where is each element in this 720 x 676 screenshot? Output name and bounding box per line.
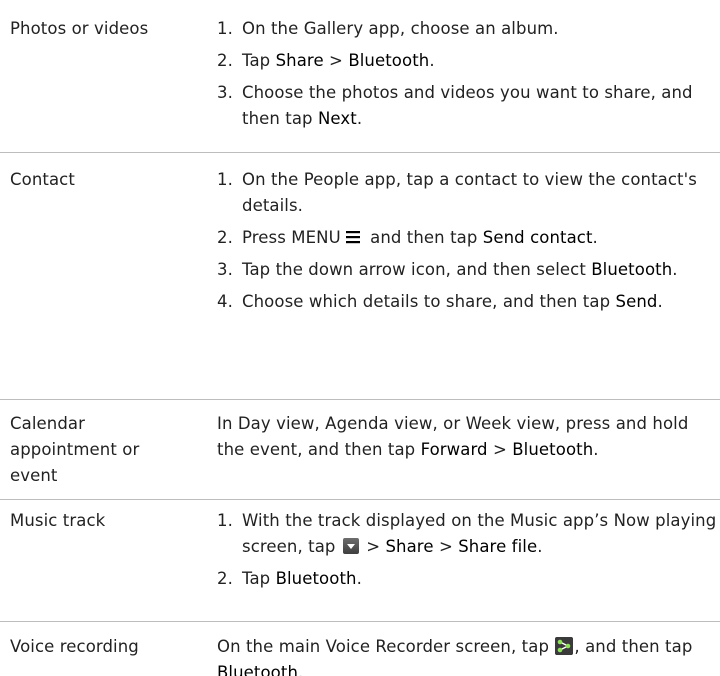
step: 2. Tap Share > Bluetooth. [217,48,717,74]
step-number: 4. [217,292,233,311]
step-text: > [323,51,349,70]
row-text: . [298,663,304,676]
row-label: Voice recording [10,637,139,656]
step: 3. Tap the down arrow icon, and then sel… [217,257,717,283]
step: 1. On the People app, tap a contact to v… [217,167,717,219]
step-text: > [433,537,459,556]
step-number: 1. [217,170,233,189]
ui-term: Bluetooth [275,569,357,588]
ui-term: Share file [458,537,538,556]
row-photos-or-videos: Photos or videos 1. On the Gallery app, … [0,0,720,153]
row-content: 1. On the Gallery app, choose an album. … [217,16,717,138]
row-text: On the main Voice Recorder screen, tap [217,637,555,656]
step: 2. Press MENU and then tap Send contact. [217,225,717,251]
step-number: 3. [217,83,233,102]
step-text: . [429,51,435,70]
row-contact: Contact 1. On the People app, tap a cont… [0,153,720,400]
ui-term: Next [317,109,357,128]
step-number: 1. [217,19,233,38]
step-number: 2. [217,569,233,588]
step-number: 1. [217,511,233,530]
step-number: 3. [217,260,233,279]
ui-term: Share [385,537,434,556]
share-via-bluetooth-table: Photos or videos 1. On the Gallery app, … [0,0,720,676]
step-text: > [360,537,386,556]
ui-term: Bluetooth [348,51,430,70]
row-label: Contact [10,170,75,189]
ui-term: Bluetooth [512,440,594,459]
row-text: . [593,440,599,459]
step-text: . [537,537,543,556]
step: 1. With the track displayed on the Music… [217,508,717,560]
row-content: On the main Voice Recorder screen, tap ,… [217,634,717,676]
row-text: , and then tap [574,637,693,656]
ui-term: Send contact [482,228,593,247]
row-content: In Day view, Agenda view, or Week view, … [217,411,717,463]
menu-icon [345,231,360,244]
ui-term: Share [275,51,324,70]
row-content: 1. With the track displayed on the Music… [217,508,717,598]
row-calendar: Calendar appointment or event In Day vie… [0,400,720,500]
row-label: Calendar appointment or event [10,414,140,485]
step-text: . [672,260,678,279]
step-text: . [657,292,663,311]
row-voice-recording: Voice recording On the main Voice Record… [0,622,720,676]
step: 3. Choose the photos and videos you want… [217,80,717,132]
step-text: Choose the photos and videos you want to… [242,83,693,128]
step-text: Tap [242,569,276,588]
step-text: . [356,569,362,588]
row-music-track: Music track 1. With the track displayed … [0,500,720,622]
step-text: On the People app, tap a contact to view… [242,170,697,215]
row-content: 1. On the People app, tap a contact to v… [217,167,717,321]
step-text: . [592,228,598,247]
step-text: Tap the down arrow icon, and then select [242,260,592,279]
step-text: On the Gallery app, choose an album. [242,19,559,38]
step: 4. Choose which details to share, and th… [217,289,717,315]
ui-term: Forward [420,440,488,459]
ui-term: Bluetooth [591,260,673,279]
step-text: Choose which details to share, and then … [242,292,616,311]
step: 2. Tap Bluetooth. [217,566,717,592]
share-icon [555,637,574,655]
step-text: and then tap [364,228,483,247]
row-text: > [487,440,513,459]
step-text: Press MENU [242,228,341,247]
step: 1. On the Gallery app, choose an album. [217,16,717,42]
step-text: . [356,109,363,128]
ui-term: Bluetooth [217,663,298,676]
row-label: Music track [10,511,106,530]
step-text: Tap [242,51,276,70]
step-number: 2. [217,228,233,247]
row-label: Photos or videos [10,19,149,38]
down-arrow-icon [342,538,359,554]
ui-term: Send [615,292,658,311]
step-number: 2. [217,51,233,70]
